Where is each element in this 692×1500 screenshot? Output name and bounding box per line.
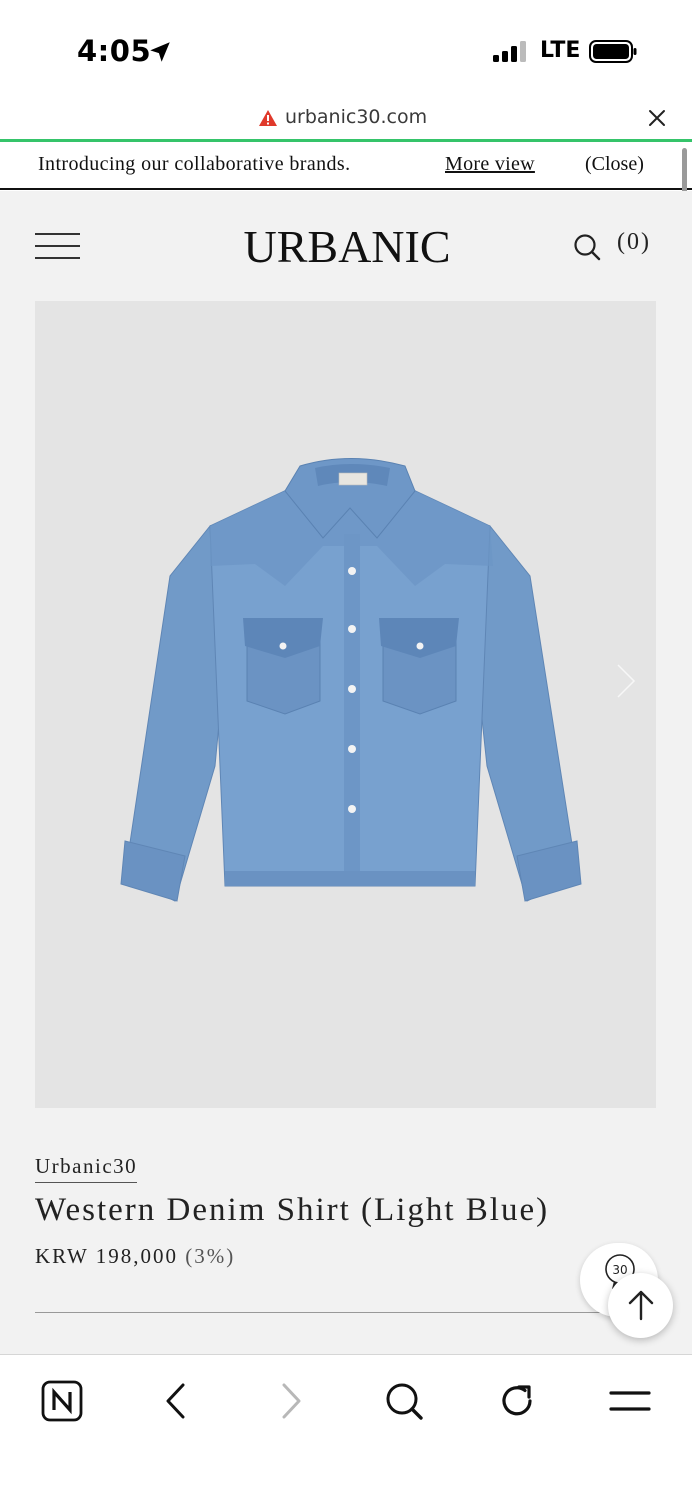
reload-icon[interactable]: [495, 1379, 539, 1423]
menu-icon[interactable]: [608, 1379, 652, 1423]
cellular-signal-icon: [493, 40, 529, 62]
product-title: Western Denim Shirt (Light Blue): [35, 1192, 550, 1228]
scroll-to-top-button[interactable]: [608, 1273, 673, 1338]
cart-count[interactable]: (0): [617, 229, 651, 256]
close-icon[interactable]: [645, 106, 669, 130]
arrow-up-icon: [628, 1290, 654, 1321]
svg-text:URBANIC: URBANIC: [243, 221, 450, 271]
warning-icon: [259, 110, 277, 126]
section-divider: [35, 1312, 635, 1313]
svg-text:30: 30: [612, 1263, 627, 1277]
back-icon[interactable]: [155, 1379, 199, 1423]
announcement-bar: Introducing our collaborative brands. Mo…: [0, 142, 692, 190]
close-announcement-button[interactable]: (Close): [585, 153, 644, 176]
brand-link[interactable]: Urbanic30: [35, 1154, 138, 1183]
network-type: LTE: [540, 38, 581, 63]
announcement-text: Introducing our collaborative brands.: [38, 153, 351, 175]
status-bar: 4:05 LTE: [0, 0, 692, 100]
denim-shirt-image: [120, 458, 582, 902]
location-arrow-icon: [150, 42, 170, 62]
forward-icon[interactable]: [268, 1379, 312, 1423]
search-icon[interactable]: [572, 232, 602, 262]
product-image[interactable]: [35, 301, 656, 1108]
next-image-arrow-icon[interactable]: [610, 661, 640, 701]
page-content: URBANIC (0) Urbanic30 Western Denim Shir…: [0, 191, 692, 1354]
address-bar[interactable]: urbanic30.com: [0, 100, 692, 140]
url-text[interactable]: urbanic30.com: [285, 106, 427, 128]
naver-n-icon[interactable]: [40, 1379, 84, 1423]
browser-toolbar: [0, 1354, 692, 1500]
discount-rate: (3%): [185, 1244, 236, 1268]
product-price: KRW 198,000 (3%): [35, 1244, 235, 1269]
search-icon[interactable]: [382, 1379, 426, 1423]
more-view-link[interactable]: More view: [445, 153, 535, 176]
battery-icon: [589, 40, 637, 63]
status-time: 4:05: [77, 34, 152, 68]
urbanic-logo[interactable]: URBANIC: [240, 219, 455, 271]
price-value: KRW 198,000: [35, 1244, 178, 1268]
hamburger-menu-icon[interactable]: [35, 231, 80, 261]
